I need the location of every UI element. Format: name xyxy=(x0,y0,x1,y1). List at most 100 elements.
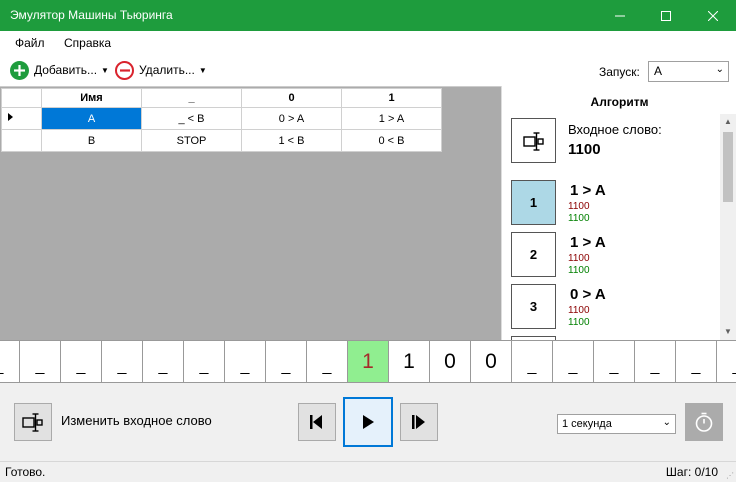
run-label: Запуск: xyxy=(599,65,640,79)
table-cell[interactable]: B xyxy=(41,129,142,152)
step-tape-after: 1100 xyxy=(568,265,590,276)
algorithm-title: Алгоритм xyxy=(590,95,649,109)
menu-help[interactable]: Справка xyxy=(64,36,111,50)
chevron-down-icon: ▼ xyxy=(101,65,109,75)
add-label: Добавить... xyxy=(34,63,98,77)
change-input-word-button[interactable] xyxy=(14,403,52,441)
step-tape-after: 1100 xyxy=(568,317,590,328)
close-icon xyxy=(708,10,718,21)
algorithm-panel: Алгоритм Входное слово: 1100 1 1 > A 110… xyxy=(501,86,736,340)
tape-cell[interactable]: 0 xyxy=(471,341,512,382)
minimize-icon xyxy=(615,15,625,16)
step-tape-after: 1100 xyxy=(568,213,590,224)
controls-panel: Изменить входное слово 1 секунда ⌄ xyxy=(0,384,736,461)
step-tape-before: 1100 xyxy=(568,253,590,264)
status-text: Готово. xyxy=(5,465,46,479)
scroll-thumb[interactable] xyxy=(723,132,733,202)
play-button[interactable] xyxy=(343,397,393,447)
rules-table: Имя _ 0 1 A _ < B 0 > A 1 > A B STOP 1 <… xyxy=(1,88,442,152)
add-button[interactable]: Добавить... ▼ xyxy=(10,60,109,80)
table-cell[interactable]: A xyxy=(41,107,142,130)
tape-cell[interactable]: _ xyxy=(717,341,736,382)
plus-icon xyxy=(10,60,29,80)
step-number[interactable]: 1 xyxy=(511,180,556,225)
toolbar: Добавить... ▼ Удалить... ▼ Запуск: xyxy=(0,55,736,86)
step-counter: Шаг: 0/10 xyxy=(665,465,718,479)
scroll-up-icon[interactable]: ▲ xyxy=(720,114,736,130)
input-word-value: 1100 xyxy=(568,141,601,158)
column-header-one[interactable]: 1 xyxy=(341,88,442,108)
tape-cell[interactable]: _ xyxy=(61,341,102,382)
speed-select[interactable]: 1 секунда ⌄ xyxy=(557,414,676,434)
tape-cell[interactable]: _ xyxy=(676,341,717,382)
tape-cell[interactable]: _ xyxy=(266,341,307,382)
tape-cell[interactable]: 1 xyxy=(389,341,430,382)
step-tape-before: 1100 xyxy=(568,201,590,212)
tape-cell[interactable]: _ xyxy=(553,341,594,382)
step-forward-button[interactable] xyxy=(400,403,438,441)
minimize-button[interactable] xyxy=(597,0,643,31)
timer-button[interactable] xyxy=(685,403,723,441)
step-rule: 1 > A xyxy=(570,234,606,251)
table-row: B STOP 1 < B 0 < B xyxy=(1,129,442,152)
stopwatch-icon xyxy=(695,412,713,432)
column-header-zero[interactable]: 0 xyxy=(241,88,342,108)
table-cell[interactable]: _ < B xyxy=(141,107,242,130)
play-icon xyxy=(363,415,374,429)
menu-file[interactable]: Файл xyxy=(15,36,45,50)
tape-cell[interactable]: _ xyxy=(0,341,20,382)
tape-cell[interactable]: _ xyxy=(635,341,676,382)
change-input-word-label: Изменить входное слово xyxy=(61,413,212,428)
step-rule: 0 > A xyxy=(570,286,606,303)
text-cursor-icon xyxy=(522,131,544,151)
row-header-corner xyxy=(1,88,42,108)
step-back-button[interactable] xyxy=(298,403,336,441)
close-button[interactable] xyxy=(690,0,736,31)
run-select-value: A xyxy=(654,64,663,78)
tape-cell[interactable]: 0 xyxy=(430,341,471,382)
step-number[interactable]: 3 xyxy=(511,284,556,329)
algorithm-scrollbar[interactable]: ▲ ▼ xyxy=(720,114,736,340)
tape-cell[interactable]: _ xyxy=(594,341,635,382)
step-rule: 1 > A xyxy=(570,182,606,199)
table-cell[interactable]: 1 < B xyxy=(241,129,342,152)
tape-cell[interactable]: _ xyxy=(102,341,143,382)
table-header-row: Имя _ 0 1 xyxy=(1,88,442,108)
step-number[interactable]: 2 xyxy=(511,232,556,277)
chevron-down-icon: ▼ xyxy=(198,65,207,75)
input-word-button[interactable] xyxy=(511,118,556,163)
current-row-icon xyxy=(8,113,13,121)
step-back-icon xyxy=(310,415,322,429)
input-word-label: Входное слово: xyxy=(568,122,662,137)
table-cell[interactable]: 1 > A xyxy=(341,107,442,130)
tape-head-cell[interactable]: 1 xyxy=(348,341,389,382)
tape-cell[interactable]: _ xyxy=(225,341,266,382)
remove-button[interactable]: Удалить... ▼ xyxy=(115,60,207,80)
column-header-blank[interactable]: _ xyxy=(141,88,242,108)
window-title: Эмулятор Машины Тьюринга xyxy=(10,8,173,22)
column-header-name[interactable]: Имя xyxy=(41,88,142,108)
row-header[interactable] xyxy=(1,129,42,152)
tape-cell[interactable]: _ xyxy=(512,341,553,382)
speed-select-value: 1 секунда xyxy=(562,418,612,430)
table-cell[interactable]: 0 > A xyxy=(241,107,342,130)
tape-cell[interactable]: _ xyxy=(184,341,225,382)
maximize-icon xyxy=(661,10,671,21)
tape-cell[interactable]: _ xyxy=(307,341,348,382)
tape-cell[interactable]: _ xyxy=(143,341,184,382)
menu-bar: Файл Справка xyxy=(0,31,736,55)
text-cursor-icon xyxy=(22,413,43,432)
chevron-down-icon: ⌄ xyxy=(662,417,671,428)
table-cell[interactable]: 0 < B xyxy=(341,129,442,152)
row-header[interactable] xyxy=(1,107,42,130)
tape-cell[interactable]: _ xyxy=(20,341,61,382)
rules-grid: Имя _ 0 1 A _ < B 0 > A 1 > A B STOP 1 <… xyxy=(0,86,501,340)
minus-icon xyxy=(115,60,134,80)
run-select[interactable]: A ⌄ xyxy=(648,61,729,82)
step-tape-before: 1100 xyxy=(568,305,590,316)
table-cell[interactable]: STOP xyxy=(141,129,242,152)
scroll-down-icon[interactable]: ▼ xyxy=(720,324,736,340)
maximize-button[interactable] xyxy=(643,0,689,31)
status-bar: Готово. Шаг: 0/10 ⋰ xyxy=(0,461,736,482)
resize-grip-icon[interactable]: ⋰ xyxy=(726,471,734,480)
